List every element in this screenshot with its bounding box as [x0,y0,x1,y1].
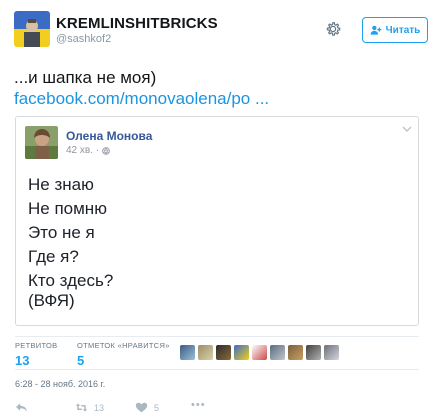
avatar[interactable] [14,11,50,47]
card-meta: 42 хв. · [66,145,110,156]
reply-button[interactable] [15,402,28,413]
card-line: Кто здесь? [28,271,114,290]
more-button[interactable]: ••• [191,399,206,411]
globe-icon [102,146,110,155]
follow-label: Читать [385,24,421,36]
likes-value: 5 [77,353,85,368]
card-extra-line: (ВФЯ) [28,291,75,310]
retweets-stat[interactable]: РЕТВИТОВ 13 [15,341,57,368]
retweet-button[interactable]: 13 [75,402,104,413]
retweet-count: 13 [94,402,105,413]
liker-avatar[interactable] [270,345,285,360]
liker-avatar[interactable] [216,345,231,360]
tweet-header: KREMLINSHITBRICKS @sashkof2 Читать [14,11,428,51]
card-line: Не знаю [28,175,94,194]
embedded-post-card[interactable]: Олена Монова 42 хв. · Не знаю Не помню Э… [15,116,419,326]
retweet-icon [75,403,88,412]
heart-icon [135,402,148,413]
tweet-stats: РЕТВИТОВ 13 ОТМЕТОК «НРАВИТСЯ» 5 [15,336,419,370]
user-handle[interactable]: @sashkof2 [56,33,111,45]
more-icon: ••• [191,399,206,411]
add-user-icon [370,25,382,35]
retweets-value: 13 [15,353,30,368]
follow-button[interactable]: Читать [362,17,428,43]
tweet-text: ...и шапка не моя) [14,68,157,87]
liker-avatar[interactable] [180,345,195,360]
chevron-down-icon[interactable] [402,126,412,133]
tweet-timestamp[interactable]: 6:28 - 28 нояб. 2016 г. [15,379,105,389]
tweet-actions: 13 5 ••• [15,399,419,414]
liker-avatar[interactable] [306,345,321,360]
like-count: 5 [154,402,160,413]
card-line: Где я? [28,247,79,266]
card-line: Не помню [28,199,107,218]
card-author-name[interactable]: Олена Монова [66,129,152,143]
likes-stat[interactable]: ОТМЕТОК «НРАВИТСЯ» 5 [77,341,170,368]
liker-avatar[interactable] [198,345,213,360]
tweet-link[interactable]: facebook.com/monovaolena/po ... [14,88,269,110]
card-post-text: Не знаю Не помню Это не я Где я? Кто зде… [28,173,113,293]
avatar-image-icon [14,11,50,47]
like-button[interactable]: 5 [135,402,159,413]
liker-avatars [180,345,339,360]
card-avatar[interactable] [25,126,58,159]
reply-icon [16,403,27,412]
display-name[interactable]: KREMLINSHITBRICKS [56,15,218,32]
retweets-label: РЕТВИТОВ [15,341,58,350]
card-time[interactable]: 42 хв. · [66,145,99,156]
author-photo-icon [25,126,58,159]
liker-avatar[interactable] [324,345,339,360]
likes-label: ОТМЕТОК «НРАВИТСЯ» [77,341,170,350]
card-line: Это не я [28,223,95,242]
gear-icon[interactable] [324,20,342,38]
liker-avatar[interactable] [288,345,303,360]
liker-avatar[interactable] [252,345,267,360]
liker-avatar[interactable] [234,345,249,360]
